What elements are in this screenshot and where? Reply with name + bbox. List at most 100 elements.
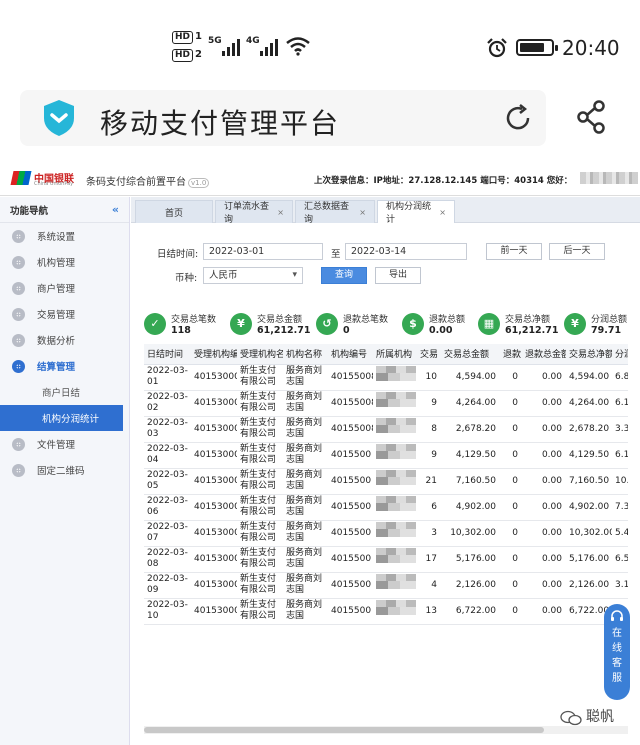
table-cell: 服务商刘志国	[283, 598, 328, 625]
table-row[interactable]: 2022-03-01401530000新生支付有限公司服务商刘志国4015500…	[144, 364, 628, 391]
table-cell: 2022-03-06	[144, 494, 191, 521]
horizontal-scrollbar[interactable]	[144, 726, 628, 734]
table-cell: 4015500	[328, 546, 373, 573]
table-cell: 新生支付有限公司	[237, 572, 283, 599]
table-cell: 6.16	[612, 390, 628, 417]
close-icon[interactable]: ×	[277, 208, 284, 217]
table-cell: 2022-03-02	[144, 390, 191, 417]
table-row[interactable]: 2022-03-09401530000新生支付有限公司服务商刘志国4015500…	[144, 572, 628, 599]
table-cell: 13	[417, 598, 441, 625]
collapse-icon[interactable]: «	[112, 203, 119, 216]
table-row[interactable]: 2022-03-06401530000新生支付有限公司服务商刘志国4015500…	[144, 494, 628, 521]
export-button[interactable]: 导出	[375, 267, 421, 284]
sidebar-item-transaction-management[interactable]: 交易管理	[0, 301, 129, 327]
table-cell: 40155008	[328, 416, 373, 443]
date-to-input[interactable]: 2022-03-14	[345, 243, 467, 260]
share-icon[interactable]	[575, 100, 609, 134]
table-cell: 服务商刘志国	[283, 468, 328, 495]
sidebar-sub-merchant-daily[interactable]: 商户日结	[0, 379, 129, 405]
table-cell: 6.56	[612, 546, 628, 573]
table-cell: 0	[500, 364, 522, 391]
tab-org-profit[interactable]: 机构分润统计 ×	[377, 200, 455, 225]
table-cell: 0	[500, 494, 522, 521]
table-cell: 3.37	[612, 416, 628, 443]
table-row[interactable]: 2022-03-04401530000新生支付有限公司服务商刘志国4015500…	[144, 442, 628, 469]
service-char: 客	[612, 658, 622, 669]
table-cell: 2022-03-08	[144, 546, 191, 573]
service-char: 服	[612, 673, 622, 684]
refresh-icon[interactable]	[502, 102, 534, 134]
sidebar-item-merchant-management[interactable]: 商户管理	[0, 275, 129, 301]
sidebar-item-settlement[interactable]: 结算管理	[0, 353, 129, 379]
column-header: 退款总金额	[522, 344, 566, 365]
tab-order-flow[interactable]: 订单流水查询 ×	[215, 200, 293, 225]
sidebar-sub-org-profit[interactable]: 机构分润统计	[0, 405, 123, 431]
menu-dot-icon	[12, 229, 25, 243]
table-cell: 4,264.00	[566, 390, 612, 417]
table-cell: 0.00	[522, 494, 566, 521]
table-cell: 401530000	[191, 572, 237, 599]
table-cell: 6,722.00	[441, 598, 500, 625]
watermark-text: 聪帆	[586, 709, 614, 725]
table-cell: 0.00	[522, 390, 566, 417]
table-cell: 4015500	[328, 442, 373, 469]
tab-home[interactable]: 首页	[135, 200, 213, 223]
prev-day-button[interactable]: 前一天	[486, 243, 542, 260]
table-cell: 0	[500, 468, 522, 495]
table-cell: 服务商刘志国	[283, 416, 328, 443]
column-header: 交易总净额	[566, 344, 612, 365]
redacted-org-mosaic	[376, 548, 416, 570]
table-row[interactable]: 2022-03-05401530000新生支付有限公司服务商刘志国4015500…	[144, 468, 628, 495]
table-cell: 0.00	[522, 416, 566, 443]
headset-icon	[611, 610, 623, 621]
query-button[interactable]: 查询	[321, 267, 367, 284]
column-header: 交易总金额	[441, 344, 500, 365]
online-service-button[interactable]: 在 线 客 服	[604, 604, 630, 700]
next-day-button[interactable]: 后一天	[549, 243, 605, 260]
profit-table: 日结时间 受理机构编 受理机构名 机构名称 机构编号 所属机构 交易 交易总金额 退款 退款总金额…	[144, 344, 628, 726]
table-cell	[373, 416, 417, 443]
table-cell: 0	[500, 390, 522, 417]
tab-summary-query[interactable]: 汇总数据查询 ×	[295, 200, 375, 225]
table-row[interactable]: 2022-03-08401530000新生支付有限公司服务商刘志国4015500…	[144, 546, 628, 573]
menu-dot-icon	[12, 255, 25, 269]
redacted-org-mosaic	[376, 418, 416, 440]
sidebar-item-file-management[interactable]: 文件管理	[0, 431, 129, 457]
table-cell: 401530000	[191, 494, 237, 521]
table-cell: 2022-03-03	[144, 416, 191, 443]
table-cell: 0	[500, 546, 522, 573]
date-from-input[interactable]: 2022-03-01	[203, 243, 323, 260]
net-amount-icon: ▦	[478, 313, 500, 335]
phone-status-bar: HD 1 HD 2 5G 4G 20:40	[0, 0, 640, 78]
currency-select[interactable]: 人民币	[203, 267, 303, 284]
table-cell	[373, 364, 417, 391]
app-header: 移动支付管理平台	[20, 90, 546, 146]
table-cell: 6	[417, 494, 441, 521]
table-cell: 10,302.00	[441, 520, 500, 547]
table-cell: 5.45	[612, 520, 628, 547]
table-cell: 新生支付有限公司	[237, 390, 283, 417]
table-row[interactable]: 2022-03-03401530000新生支付有限公司服务商刘志国4015500…	[144, 416, 628, 443]
close-icon[interactable]: ×	[439, 208, 446, 217]
refund-amount-icon: $	[402, 313, 424, 335]
sidebar-item-data-analysis[interactable]: 数据分析	[0, 327, 129, 353]
sidebar-item-system-settings[interactable]: 系统设置	[0, 223, 129, 249]
table-row[interactable]: 2022-03-02401530000新生支付有限公司服务商刘志国4015500…	[144, 390, 628, 417]
close-icon[interactable]: ×	[359, 208, 366, 217]
table-cell: 新生支付有限公司	[237, 442, 283, 469]
table-cell: 2022-03-01	[144, 364, 191, 391]
table-cell: 0	[500, 572, 522, 599]
sidebar-item-fixed-qrcode[interactable]: 固定二维码	[0, 457, 129, 483]
scrollbar-thumb[interactable]	[144, 727, 544, 733]
table-row[interactable]: 2022-03-07401530000新生支付有限公司服务商刘志国4015500…	[144, 520, 628, 547]
count-icon: ✓	[144, 313, 166, 335]
table-cell: 5,176.00	[441, 546, 500, 573]
table-cell: 4,902.00	[441, 494, 500, 521]
wifi-icon	[286, 37, 310, 56]
table-row[interactable]: 2022-03-10401530000新生支付有限公司服务商刘志国4015500…	[144, 598, 628, 625]
redacted-org-mosaic	[376, 366, 416, 388]
table-cell: 2022-03-10	[144, 598, 191, 625]
sidebar-item-org-management[interactable]: 机构管理	[0, 249, 129, 275]
table-cell: 新生支付有限公司	[237, 468, 283, 495]
table-cell: 0	[500, 520, 522, 547]
